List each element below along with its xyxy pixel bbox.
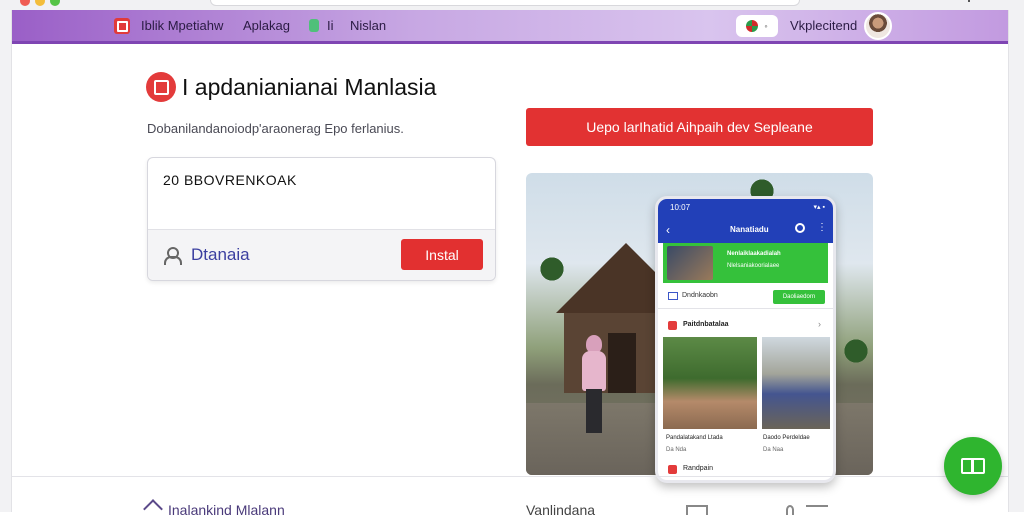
phone-row-button[interactable]: Daoliaedorn bbox=[773, 290, 825, 304]
nav-short-link[interactable]: Ii bbox=[327, 18, 334, 33]
menu-icon[interactable] bbox=[806, 505, 828, 515]
profile-name[interactable]: Vkplecitend bbox=[790, 18, 857, 33]
minimize-window-icon[interactable] bbox=[35, 0, 45, 6]
phone-card-image[interactable] bbox=[762, 337, 830, 429]
phone-mockup: 10:07 ▾▴ ▪ ‹ Nanatiadu ⋮ Nenlaiklaakadia… bbox=[655, 196, 836, 483]
search-icon[interactable] bbox=[795, 223, 805, 233]
phone-section-header: Paitdnbatalaa › bbox=[658, 317, 833, 335]
code-input[interactable]: 20 BBOVRENKOAK bbox=[148, 158, 495, 230]
brand-logo-icon[interactable] bbox=[114, 18, 130, 34]
install-card: 20 BBOVRENKOAK Dtanaia Instal bbox=[147, 157, 496, 281]
phone-card-image[interactable] bbox=[663, 337, 757, 429]
page-subtitle: Dobanilandanoiodp'araonerag Epo ferlaniu… bbox=[147, 121, 404, 136]
user-icon[interactable] bbox=[786, 505, 794, 515]
scrollbar[interactable] bbox=[1008, 10, 1024, 512]
card-footer: Dtanaia Instal bbox=[148, 230, 495, 280]
nav-third-link[interactable]: Nislan bbox=[350, 18, 386, 33]
house-door bbox=[608, 333, 636, 393]
floating-action-button[interactable] bbox=[944, 437, 1002, 495]
phone-nav-bar: ‹ Nanatiadu ⋮ bbox=[658, 217, 833, 243]
phone-status-bar: 10:07 ▾▴ ▪ bbox=[658, 199, 833, 217]
maximize-window-icon[interactable] bbox=[50, 0, 60, 6]
home-icon[interactable] bbox=[143, 499, 163, 519]
calendar-icon[interactable] bbox=[686, 505, 708, 515]
phone-action-row: Dndnkaobn Daoliaedorn bbox=[658, 287, 833, 309]
language-selector[interactable]: ◦ bbox=[736, 15, 778, 37]
address-bar[interactable] bbox=[210, 0, 800, 6]
section-icon bbox=[668, 321, 677, 330]
phone-time: 10:07 bbox=[670, 203, 691, 212]
gallery-icon bbox=[668, 292, 678, 300]
section-divider bbox=[12, 476, 1008, 477]
android-icon bbox=[309, 19, 319, 32]
browser-chrome bbox=[0, 0, 1024, 10]
card-caption: Daodo Perdeldae bbox=[763, 435, 810, 441]
card-caption: Pandalatakand Ltada bbox=[666, 435, 723, 441]
brand-name[interactable]: Iblik Mpetiahw bbox=[141, 18, 223, 33]
banner-text: Nlelsaniakoorialaee bbox=[727, 263, 780, 269]
back-arrow-icon[interactable]: ‹ bbox=[666, 223, 670, 237]
app-logo-icon bbox=[146, 72, 176, 102]
signal-icon: ▾▴ ▪ bbox=[813, 204, 825, 211]
phone-footer-label: Randpain bbox=[683, 465, 713, 472]
phone-section-title: Paitdnbatalaa bbox=[683, 321, 729, 328]
close-window-icon[interactable] bbox=[20, 0, 30, 6]
card-caption-meta: Da Nda bbox=[666, 447, 687, 453]
restore-icon[interactable] bbox=[968, 0, 970, 2]
app-header: Iblik Mpetiahw Aplakag Ii Nislan ◦ Vkple… bbox=[12, 10, 1008, 44]
window-frame-left bbox=[0, 10, 12, 512]
phone-row-label: Dndnkaobn bbox=[682, 292, 718, 299]
avatar[interactable] bbox=[864, 12, 892, 40]
phone-banner[interactable]: Nenlaiklaakadialah Nlelsaniakoorialaee bbox=[663, 243, 828, 283]
book-icon bbox=[961, 458, 985, 474]
palm-tree bbox=[838, 333, 873, 369]
phone-nav-title: Nanatiadu bbox=[730, 225, 769, 234]
card-caption-meta: Da Naa bbox=[763, 447, 784, 453]
download-cta-button[interactable]: Uepo larIhatid Aihpaih dev Sepleane bbox=[526, 108, 873, 146]
user-icon bbox=[162, 246, 182, 265]
bottom-nav-link[interactable]: Vanlindana bbox=[526, 502, 595, 518]
page-title: I apdanianianai Manlasia bbox=[182, 74, 437, 100]
person-body bbox=[582, 351, 606, 391]
banner-thumbnail bbox=[667, 246, 713, 280]
flag-icon bbox=[746, 20, 759, 32]
install-button[interactable]: Instal bbox=[401, 239, 483, 270]
banner-title: Nenlaiklaakadialah bbox=[727, 251, 781, 257]
person-legs bbox=[586, 389, 602, 433]
more-menu-icon[interactable]: ⋮ bbox=[817, 222, 827, 233]
account-name[interactable]: Dtanaia bbox=[191, 245, 250, 265]
bottom-nav-link[interactable]: Inalankind Mlalann bbox=[168, 502, 285, 518]
nav-apps-link[interactable]: Aplakag bbox=[243, 18, 290, 33]
chevron-right-icon[interactable]: › bbox=[818, 319, 821, 329]
chevron-down-icon: ◦ bbox=[764, 21, 768, 31]
footer-icon bbox=[668, 465, 677, 474]
